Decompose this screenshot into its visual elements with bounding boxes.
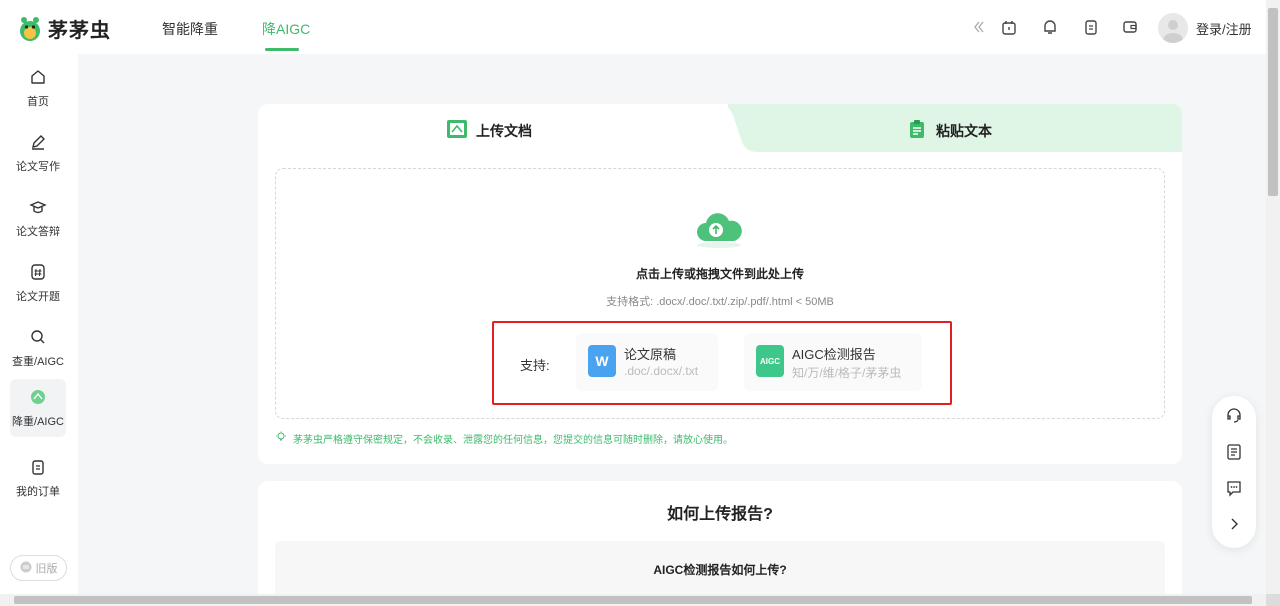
wps-icon-letter: W [595,353,609,369]
format-ext: 知/万/维/格子/茅茅虫 [792,366,902,380]
clipboard-icon[interactable] [1082,18,1100,36]
privacy-notice: 茅茅虫严格遵守保密规定，不会收录、泄露您的任何信息，您提交的信息可随时删除，请放… [275,431,733,446]
gift-icon[interactable] [1000,18,1018,36]
nav-active-indicator [265,48,299,51]
customer-service-icon[interactable] [1225,407,1243,425]
upload-tabs: 上传文档 粘贴文本 [258,104,1182,152]
support-label: 支持: [520,358,550,373]
old-version-button[interactable]: 旧版 [10,555,67,581]
brand-logo[interactable]: 茅茅虫 [18,14,111,43]
document-icon[interactable] [1225,443,1243,461]
format-name: AIGC检测报告 [792,347,876,362]
sidebar-item-label: 论文写作 [16,160,60,173]
sidebar-item-label: 论文开题 [16,290,60,303]
aigc-icon-text: AIGC [760,356,780,366]
tab-upload-label: 上传文档 [476,122,532,139]
drop-title: 点击上传或拖拽文件到此处上传 [635,267,804,281]
upload-card: 上传文档 粘贴文本 点击上传或拖拽文件到此处上传 支持格式: .docx/.do… [258,104,1182,464]
format-card-aigc: AIGC AIGC检测报告 知/万/维/格子/茅茅虫 [744,333,922,391]
sidebar-item-label: 降重/AIGC [12,415,64,428]
sidebar-item-reduce[interactable]: 降重/AIGC [10,379,66,437]
paste-icon [908,119,928,142]
chevron-right-icon[interactable] [1225,515,1243,533]
tab-paste-text[interactable]: 粘贴文本 [908,119,992,142]
sidebar-item-home[interactable]: 首页 [10,60,66,116]
faq-card: 如何上传报告? AIGC检测报告如何上传? [258,481,1182,606]
switch-icon [20,561,32,576]
sidebar-item-label: 我的订单 [16,485,60,498]
format-card-paper: W 论文原稿 .doc/.docx/.txt [576,333,718,391]
format-name: 论文原稿 [624,347,677,362]
vertical-scroll-thumb[interactable] [1268,8,1278,196]
reduce-icon [29,388,47,409]
tab-upload-document[interactable]: 上传文档 [446,119,532,142]
sidebar-item-writing[interactable]: 论文写作 [10,125,66,181]
sidebar-item-proposal[interactable]: 论文开题 [10,255,66,311]
bell-icon[interactable] [1041,18,1059,36]
privacy-text: 茅茅虫严格遵守保密规定，不会收录、泄露您的任何信息，您提交的信息可随时删除，请放… [293,435,733,446]
floating-toolbar [1212,396,1256,548]
sidebar-item-label: 论文答辩 [16,225,60,238]
faq-title: 如何上传报告? [667,506,773,523]
wallet-icon[interactable] [1121,18,1139,36]
avatar [1158,13,1188,43]
sidebar-item-defense[interactable]: 论文答辩 [10,190,66,246]
pen-icon [29,133,47,154]
old-version-label: 旧版 [35,563,58,575]
nav-reduce-aigc[interactable]: 降AIGC [262,19,310,39]
sidebar-item-label: 首页 [27,95,49,108]
sidebar-item-label: 查重/AIGC [12,355,64,368]
supported-types-box: 支持: W 论文原稿 .doc/.docx/.txt AIGC AIGC检测报告… [492,321,952,405]
tab-paste-label: 粘贴文本 [936,122,992,139]
horizontal-scroll-thumb[interactable] [14,596,1252,604]
home-icon [29,68,47,89]
feedback-icon[interactable] [1225,479,1243,497]
graduation-cap-icon [29,198,47,219]
nav-smart-reduce[interactable]: 智能降重 [162,19,218,39]
clipboard-icon [29,458,47,479]
aigc-report-icon: AIGC [756,345,784,377]
sidebar: 首页 论文写作 论文答辩 论文开题 查重/AIGC 降重/AIGC 我的订单 旧… [0,54,78,606]
cloud-upload-icon [694,211,744,254]
collapse-left-icon[interactable] [970,18,988,36]
top-header: 茅茅虫 智能降重 降AIGC 登录/注册 [0,0,1266,54]
wps-doc-icon: W [588,345,616,377]
brand-name: 茅茅虫 [48,18,111,42]
login-label: 登录/注册 [1196,21,1252,37]
scrollbar-corner [1266,594,1280,606]
lightbulb-icon [275,431,287,446]
login-register[interactable]: 登录/注册 [1158,13,1252,43]
format-ext: .doc/.docx/.txt [624,364,699,378]
sidebar-item-check[interactable]: 查重/AIGC [10,320,66,376]
sidebar-item-orders[interactable]: 我的订单 [10,450,66,506]
upload-doc-icon [446,119,468,142]
hash-icon [29,263,47,284]
search-icon [29,328,47,349]
drop-format-hint: 支持格式: .docx/.doc/.txt/.zip/.pdf/.html < … [606,296,834,308]
upload-dropzone[interactable]: 点击上传或拖拽文件到此处上传 支持格式: .docx/.doc/.txt/.zi… [275,168,1165,419]
bug-logo-icon [18,16,42,42]
faq-question: AIGC检测报告如何上传? [653,563,787,577]
